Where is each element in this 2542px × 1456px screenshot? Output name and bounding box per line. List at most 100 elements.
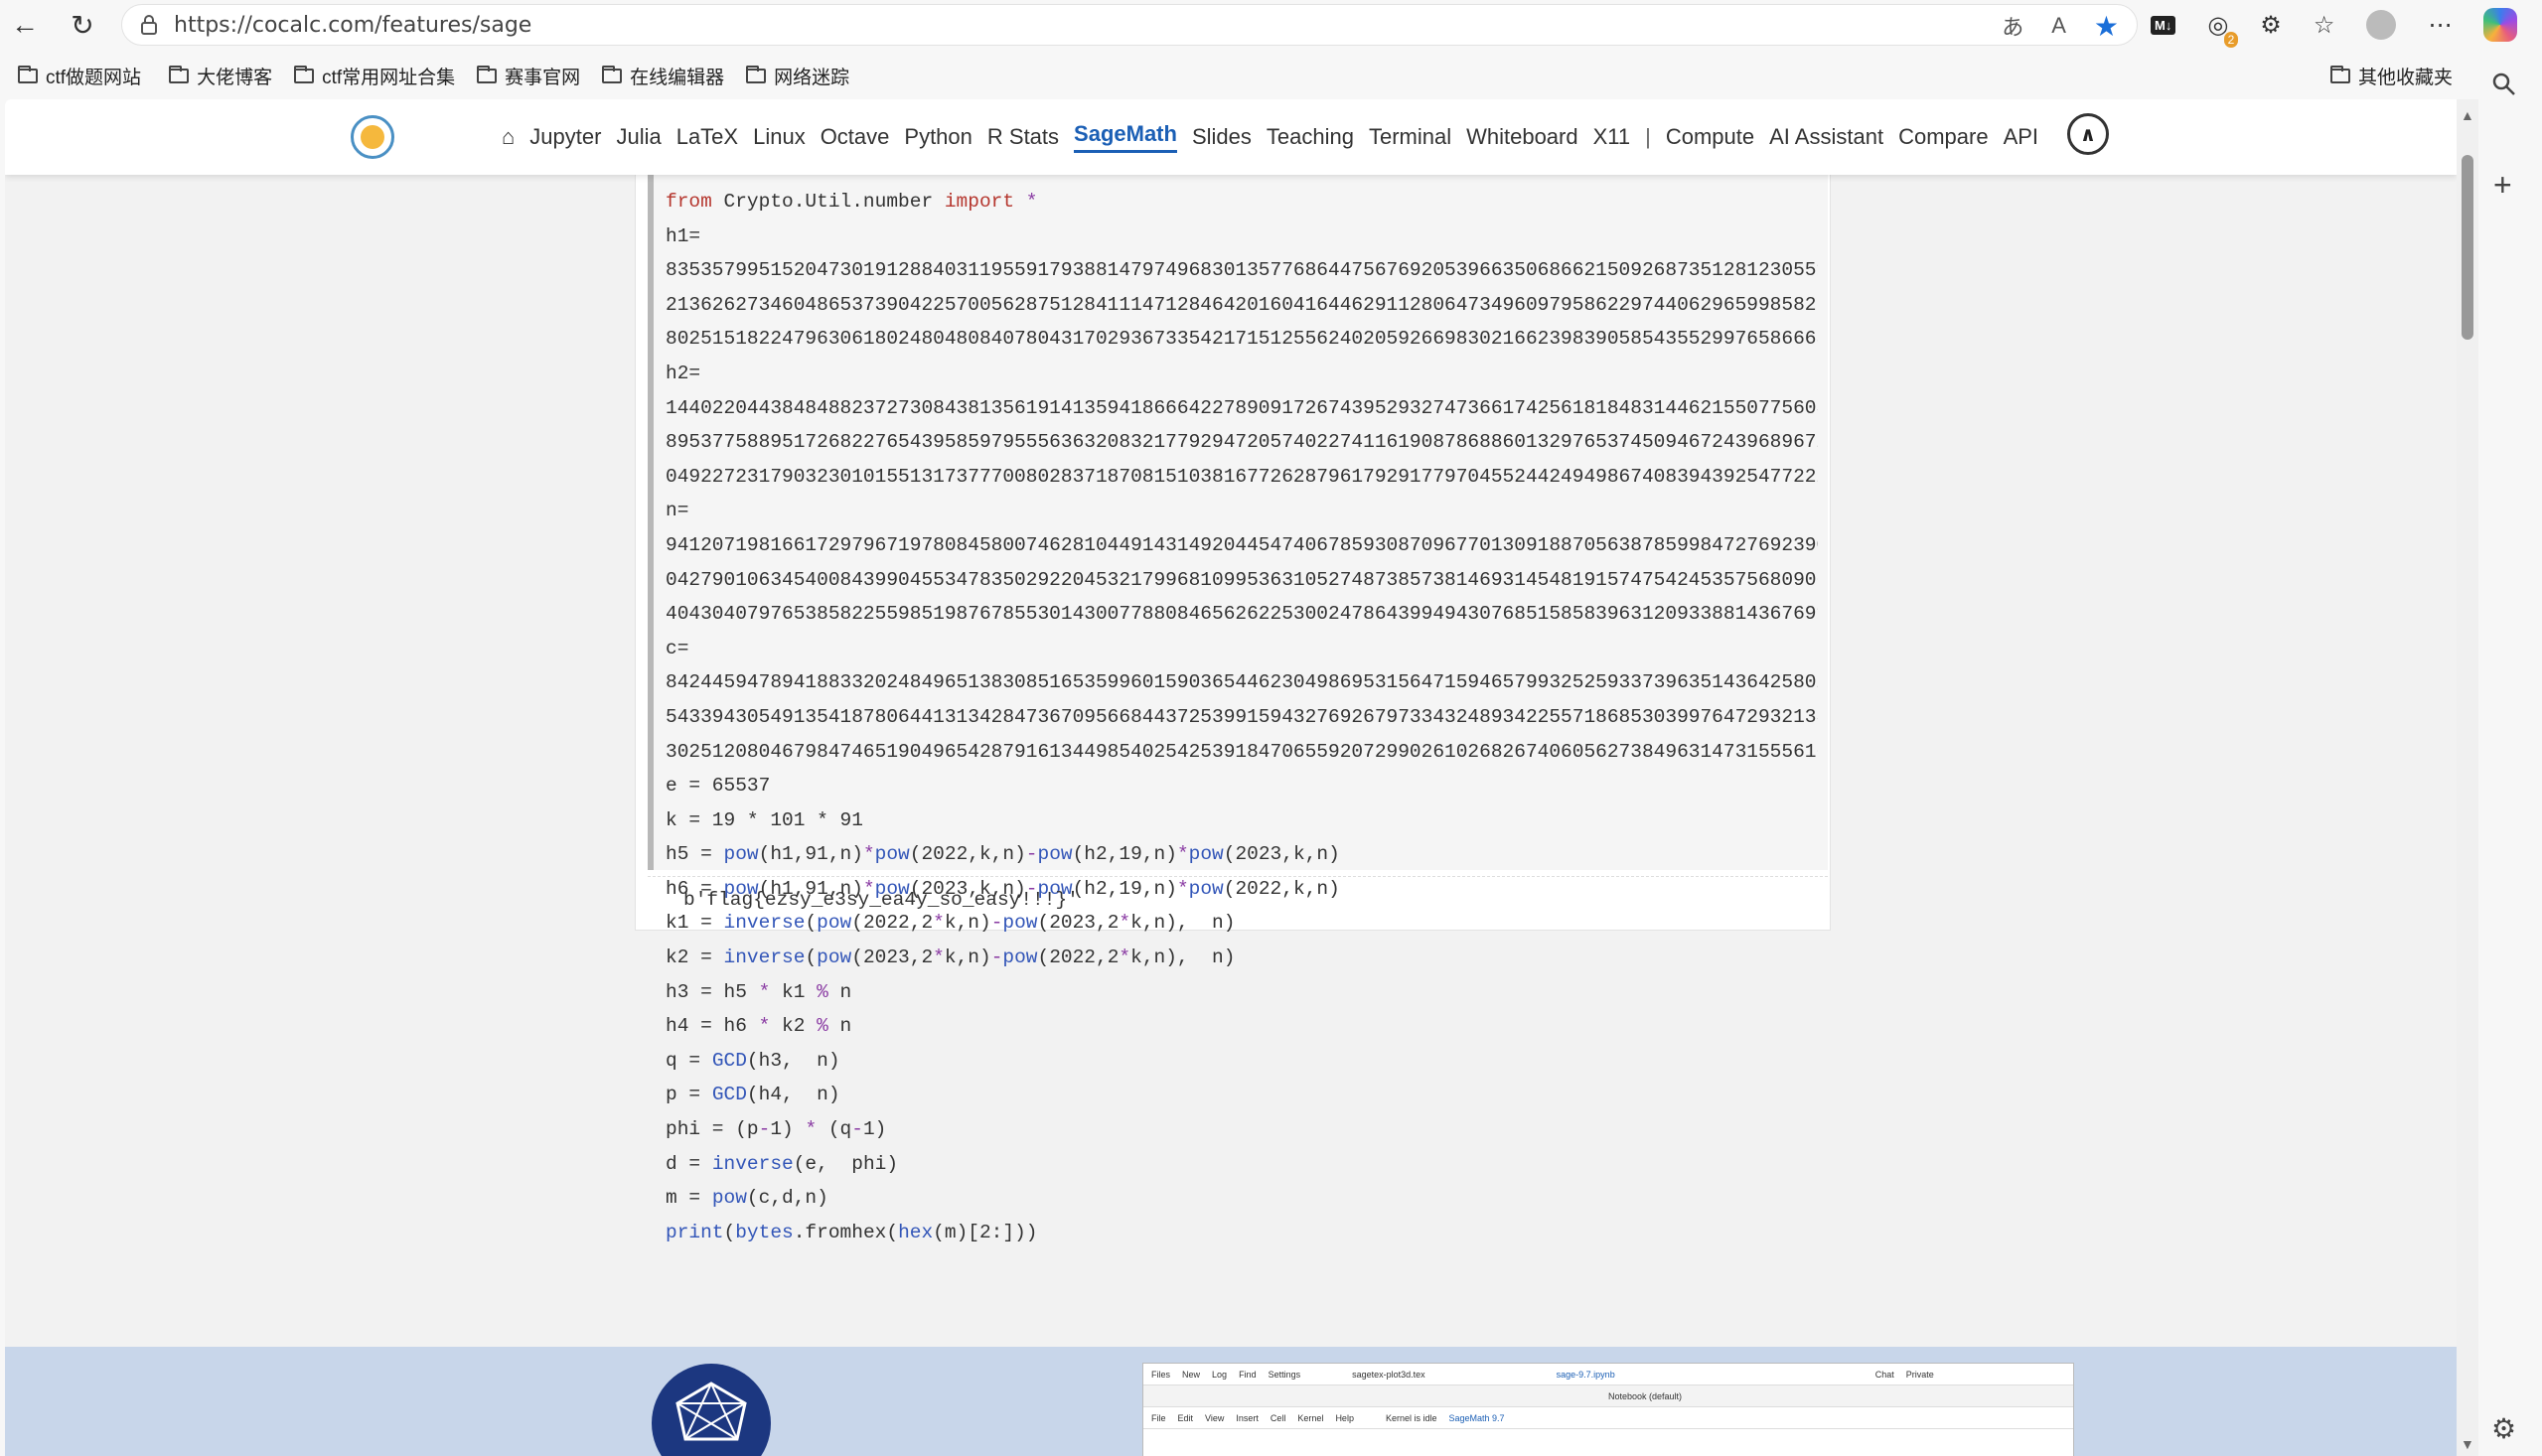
shot-menu: File Edit View Insert Cell Kernel Help K…: [1143, 1407, 2073, 1429]
scroll-to-top-button[interactable]: ∧: [2067, 113, 2109, 155]
nav-r-stats[interactable]: R Stats: [987, 124, 1059, 150]
folder-icon: [294, 65, 315, 83]
chevron-up-icon: ∧: [2079, 123, 2097, 146]
code-line: 4043040797653858225598519876785530143007…: [666, 603, 1818, 626]
bookmark-folder[interactable]: 网络迷踪: [746, 63, 849, 89]
code-line: 8025151822479630618024804808407804317029…: [666, 328, 1818, 351]
code-output: b'flag{ezsy_e3sy_ea4y_so_easy!!!}': [648, 876, 1828, 925]
favorite-star-icon[interactable]: ★: [2094, 10, 2119, 43]
nav-separator: |: [1645, 124, 1651, 149]
nav-octave[interactable]: Octave: [821, 124, 890, 150]
code-line: 1440220443848488237273084381356191413594…: [666, 396, 1818, 419]
site-header: ⌂ Jupyter Julia LaTeX Linux Octave Pytho…: [5, 99, 2457, 175]
code-line: e = 65537: [666, 775, 771, 798]
code-input[interactable]: from Crypto.Util.number import * h1= 835…: [648, 175, 1828, 1243]
code-line: k = 19 * 101 * 91: [666, 808, 863, 831]
favorites-icon[interactable]: ☆: [2314, 11, 2335, 40]
read-aloud-icon[interactable]: A: [2051, 13, 2066, 39]
search-icon[interactable]: [2491, 72, 2517, 104]
code-line: h4 = h6 * k2 % n: [666, 1015, 852, 1038]
home-icon[interactable]: ⌂: [502, 124, 515, 150]
code-line: 0427901063454008439904553478350292204532…: [666, 568, 1818, 591]
code-line: h1=: [666, 224, 701, 247]
site-nav: ⌂ Jupyter Julia LaTeX Linux Octave Pytho…: [502, 99, 2038, 175]
scrollbar-thumb[interactable]: [2462, 155, 2473, 340]
address-bar[interactable]: https://cocalc.com/features/sage あ A ★: [121, 4, 2138, 46]
nav-jupyter[interactable]: Jupyter: [529, 124, 601, 150]
more-menu-icon[interactable]: ⋯: [2428, 11, 2452, 40]
code-line: 3025120804679847465190496542879161344985…: [666, 740, 1818, 763]
nav-slides[interactable]: Slides: [1192, 124, 1252, 150]
code-line: from Crypto.Util.number import *: [666, 191, 1038, 213]
bookmark-folder[interactable]: 大佬博客: [169, 63, 272, 89]
folder-icon: [602, 65, 623, 83]
code-line: d = inverse(e, phi): [666, 1152, 899, 1175]
bookmark-folder[interactable]: ctf常用网址合集: [294, 63, 455, 89]
code-line: phi = (p-1) * (q-1): [666, 1118, 887, 1141]
nav-sagemath[interactable]: SageMath: [1074, 121, 1177, 153]
code-line: 5433943054913541878064413134284736709566…: [666, 705, 1818, 728]
product-screenshot: Files New Log Find Settings sagetex-plot…: [1142, 1363, 2074, 1456]
nav-ai-assistant[interactable]: AI Assistant: [1769, 124, 1883, 150]
copilot-icon[interactable]: [2483, 8, 2518, 42]
profile-avatar[interactable]: [2366, 10, 2397, 40]
code-line: 2136262734604865373904225700562875128411…: [666, 293, 1818, 316]
scroll-up-icon[interactable]: ▲: [2461, 107, 2474, 123]
add-icon[interactable]: +: [2493, 167, 2512, 204]
other-favorites[interactable]: 其他收藏夹: [2329, 58, 2453, 93]
folder-icon: [18, 65, 38, 83]
code-line: p = GCD(h4, n): [666, 1084, 840, 1106]
extension-badge-icon[interactable]: ◎ 2: [2207, 11, 2239, 48]
nav-x11[interactable]: X11: [1593, 124, 1631, 150]
extensions-puzzle-icon[interactable]: ⚙: [2260, 11, 2282, 40]
back-button[interactable]: ←: [0, 0, 50, 50]
nav-api[interactable]: API: [2004, 124, 2038, 150]
folder-icon: [477, 65, 498, 83]
code-line: h5 = pow(h1,91,n)*pow(2022,k,n)-pow(h2,1…: [666, 843, 1340, 866]
arrow-left-icon: ←: [11, 9, 39, 40]
code-line: h3 = h5 * k1 % n: [666, 980, 852, 1003]
code-line: q = GCD(h3, n): [666, 1049, 840, 1072]
cocalc-logo[interactable]: [351, 115, 394, 159]
code-line: 8953775889517268227654395859795556363208…: [666, 431, 1818, 454]
browser-toolbar: ← ↻ https://cocalc.com/features/sage あ A…: [0, 0, 2542, 50]
nav-linux[interactable]: Linux: [753, 124, 806, 150]
code-line: 8424459478941883320248496513830851653599…: [666, 671, 1818, 694]
code-line: print(bytes.fromhex(hex(m)[2:])): [666, 1221, 1038, 1243]
bookmark-folder[interactable]: ctf做题网站: [18, 63, 141, 89]
nav-compare[interactable]: Compare: [1898, 124, 1988, 150]
code-line: c=: [666, 637, 689, 659]
nav-compute[interactable]: Compute: [1666, 124, 1754, 150]
shot-tab-bar: Files New Log Find Settings sagetex-plot…: [1143, 1364, 2073, 1385]
settings-gear-icon[interactable]: ⚙: [2491, 1412, 2516, 1445]
nav-whiteboard[interactable]: Whiteboard: [1466, 124, 1578, 150]
code-line: k2 = inverse(pow(2023,2*k,n)-pow(2022,2*…: [666, 946, 1236, 969]
nav-terminal[interactable]: Terminal: [1369, 124, 1451, 150]
code-cell: from Crypto.Util.number import * h1= 835…: [635, 175, 1831, 1243]
nav-julia[interactable]: Julia: [616, 124, 661, 150]
shot-toolbar: Notebook (default): [1143, 1385, 2073, 1407]
code-line: n=: [666, 500, 689, 522]
code-line: 9412071981661729796719780845800746281044…: [666, 533, 1818, 556]
scroll-down-icon[interactable]: ▼: [2461, 1436, 2474, 1452]
output-text: b'flag{ezsy_e3sy_ea4y_so_easy!!!}': [683, 889, 1079, 911]
folder-icon: [169, 65, 190, 83]
reload-button[interactable]: ↻: [58, 0, 107, 50]
bookmark-folder[interactable]: 赛事官网: [477, 63, 580, 89]
nav-latex[interactable]: LaTeX: [676, 124, 738, 150]
page-scrollbar[interactable]: ▲ ▼: [2457, 99, 2478, 1456]
bookmarks-bar: ctf做题网站 大佬博客 ctf常用网址合集 赛事官网 在线编辑器 网络迷踪 其…: [0, 58, 2542, 93]
code-line: m = pow(c,d,n): [666, 1187, 828, 1210]
url-text: https://cocalc.com/features/sage: [174, 12, 532, 38]
nav-python[interactable]: Python: [904, 124, 972, 150]
extension-badge-count: 2: [2223, 31, 2239, 48]
lock-icon: [138, 14, 160, 36]
bookmark-folder[interactable]: 在线编辑器: [602, 63, 724, 89]
page-viewport: ⌂ Jupyter Julia LaTeX Linux Octave Pytho…: [5, 99, 2457, 1456]
code-line: h2=: [666, 362, 701, 384]
markdown-extension-icon[interactable]: M↓: [2151, 15, 2176, 35]
nav-teaching[interactable]: Teaching: [1267, 124, 1354, 150]
code-line: 0492272317903230101551317377700802837187…: [666, 465, 1818, 488]
code-line: 8353579951520473019128840311955917938814…: [666, 259, 1818, 282]
translate-icon[interactable]: あ: [2002, 10, 2023, 42]
